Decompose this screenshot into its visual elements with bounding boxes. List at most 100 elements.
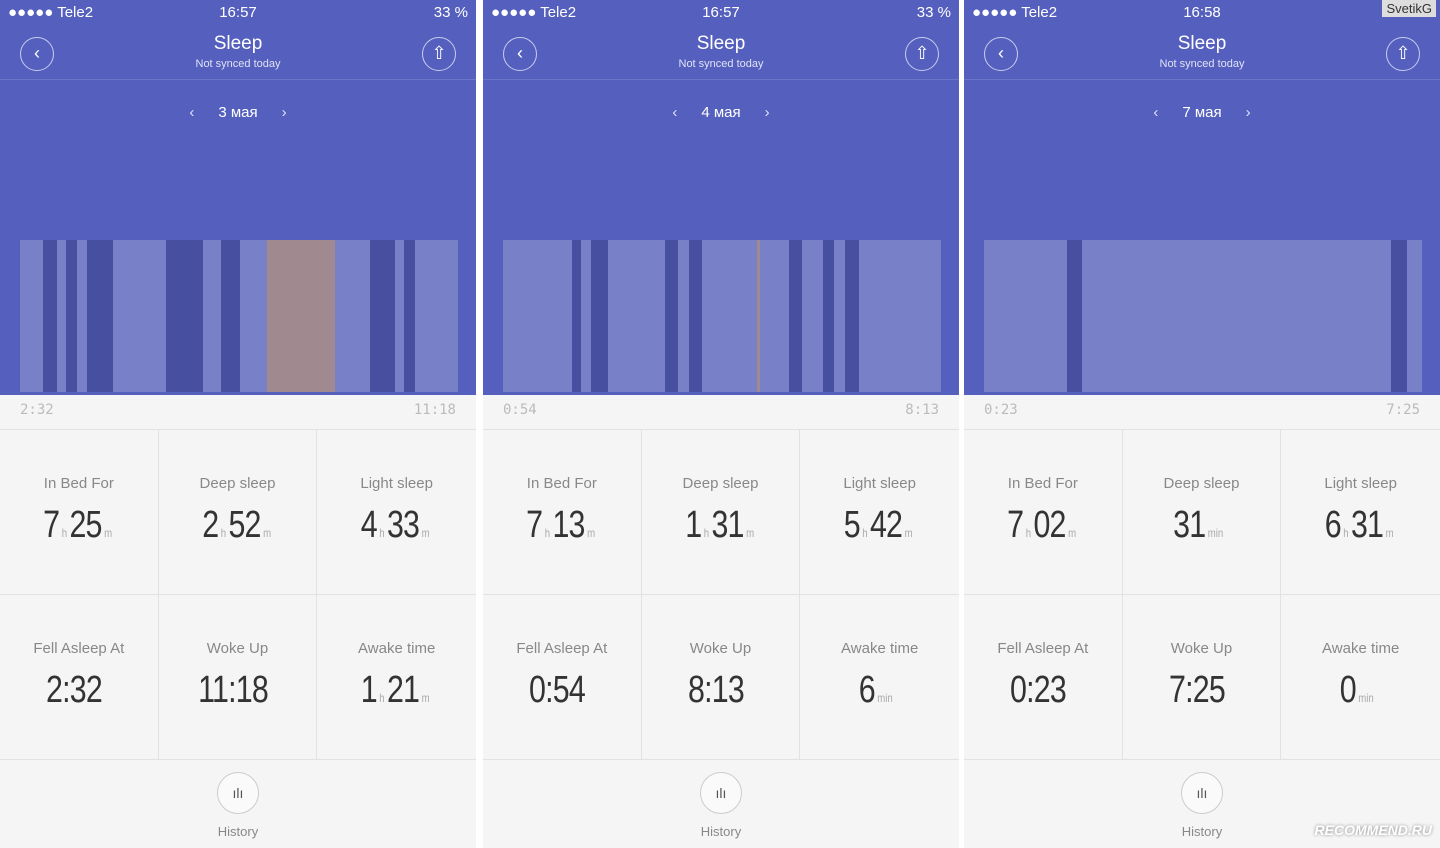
sleep-segment-deep bbox=[87, 240, 114, 392]
sleep-segment-deep bbox=[591, 240, 609, 392]
bar-chart-icon: ılı bbox=[1181, 772, 1223, 814]
sleep-segment-deep bbox=[404, 240, 416, 392]
sleep-segment-deep bbox=[66, 240, 78, 392]
stat-cell: Light sleep 5 h42 m bbox=[800, 430, 959, 595]
sync-status: Not synced today bbox=[195, 58, 281, 70]
history-button[interactable]: ılı History bbox=[483, 772, 959, 839]
nav-bar: ‹ Sleep Not synced today ⇧ bbox=[964, 28, 1440, 80]
stat-label: Fell Asleep At bbox=[33, 640, 125, 657]
sleep-segment-deep bbox=[572, 240, 582, 392]
sleep-segment-light bbox=[984, 240, 1068, 392]
prev-day-button[interactable]: ‹ bbox=[189, 104, 194, 121]
stat-cell: Deep sleep 31 min bbox=[1122, 430, 1282, 595]
prev-day-button[interactable]: ‹ bbox=[672, 104, 677, 121]
upload-icon: ⇧ bbox=[1395, 43, 1411, 63]
sleep-segment-light bbox=[1082, 240, 1392, 392]
sleep-segment-light bbox=[801, 240, 823, 392]
stat-label: In Bed For bbox=[43, 475, 114, 492]
stat-value: 4 h33 m bbox=[361, 504, 430, 546]
stat-label: Fell Asleep At bbox=[997, 640, 1089, 657]
sync-status: Not synced today bbox=[1159, 58, 1245, 70]
start-time: 0:23 bbox=[984, 402, 1018, 418]
sleep-chart bbox=[20, 240, 459, 392]
next-day-button[interactable]: › bbox=[765, 104, 770, 121]
stat-value: 0:23 bbox=[1010, 669, 1067, 711]
stat-value: 2 h52 m bbox=[201, 504, 271, 546]
sleep-segment-deep bbox=[1390, 240, 1408, 392]
sleep-segment-deep bbox=[689, 240, 703, 392]
sleep-segment-light bbox=[335, 240, 371, 392]
sleep-segment-light bbox=[678, 240, 690, 392]
sleep-segment-light bbox=[113, 240, 167, 392]
stat-cell: Light sleep 4 h33 m bbox=[317, 430, 476, 595]
sleep-segment-light bbox=[503, 240, 573, 392]
stat-label: Deep sleep bbox=[1163, 475, 1240, 492]
sleep-segment-deep bbox=[165, 240, 204, 392]
date-nav: ‹ 7 мая › bbox=[964, 104, 1440, 121]
stats-grid: In Bed For 7 h02 m Deep sleep 31 min Light sl… bbox=[964, 430, 1440, 760]
stat-label: Fell Asleep At bbox=[516, 640, 608, 657]
sleep-segment-light bbox=[1406, 240, 1423, 392]
stat-cell: In Bed For 7 h25 m bbox=[0, 430, 159, 595]
start-time: 2:32 bbox=[20, 402, 54, 418]
share-button[interactable]: ⇧ bbox=[905, 37, 939, 71]
date-label: 7 мая bbox=[1182, 104, 1222, 121]
sleep-segment-deep bbox=[370, 240, 396, 392]
time-axis: 0:54 8:13 bbox=[483, 395, 959, 430]
sleep-segment-light bbox=[57, 240, 67, 392]
bar-chart-icon: ılı bbox=[700, 772, 742, 814]
stat-value: 1 h21 m bbox=[361, 669, 430, 711]
sleep-segment-light bbox=[395, 240, 405, 392]
stats-grid: In Bed For 7 h13 m Deep sleep 1 h31 m Light sl… bbox=[483, 430, 959, 760]
sleep-segment-deep bbox=[844, 240, 860, 392]
sleep-segment-light bbox=[240, 240, 268, 392]
stat-value: 6 h31 m bbox=[1325, 504, 1394, 546]
stat-value: 11:18 bbox=[197, 669, 269, 711]
watermark: SvetikG bbox=[1382, 0, 1436, 17]
stat-cell: In Bed For 7 h13 m bbox=[483, 430, 642, 595]
sleep-segment-light bbox=[77, 240, 88, 392]
sleep-segment-awake bbox=[267, 240, 336, 392]
page-title: Sleep bbox=[213, 33, 263, 54]
stat-label: Woke Up bbox=[689, 640, 752, 657]
status-bar: ●●●●● Tele216:5833 % bbox=[972, 4, 1432, 21]
header-area: ●●●●● Tele216:5833 % ‹ Sleep Not synced … bbox=[964, 0, 1440, 395]
sleep-segment-light bbox=[759, 240, 789, 392]
bar-chart-icon: ılı bbox=[217, 772, 259, 814]
share-button[interactable]: ⇧ bbox=[1386, 37, 1420, 71]
next-day-button[interactable]: › bbox=[282, 104, 287, 121]
sleep-segment-light bbox=[415, 240, 459, 392]
stat-label: Woke Up bbox=[206, 640, 269, 657]
stat-value: 5 h42 m bbox=[844, 504, 913, 546]
stat-value: 7 h02 m bbox=[1007, 504, 1077, 546]
stat-cell: Woke Up 11:18 bbox=[158, 595, 318, 760]
sleep-screen: ●●●●● Tele216:5833 % ‹ Sleep Not synced … bbox=[964, 0, 1440, 848]
sleep-segment-deep bbox=[221, 240, 241, 392]
sleep-segment-light bbox=[20, 240, 44, 392]
start-time: 0:54 bbox=[503, 402, 537, 418]
date-nav: ‹ 4 мая › bbox=[483, 104, 959, 121]
sleep-segment-deep bbox=[822, 240, 834, 392]
date-label: 4 мая bbox=[701, 104, 741, 121]
end-time: 11:18 bbox=[413, 402, 456, 418]
upload-icon: ⇧ bbox=[431, 43, 447, 63]
status-bar: ●●●●● Tele2 16:57 33 % bbox=[491, 4, 951, 21]
share-button[interactable]: ⇧ bbox=[422, 37, 456, 71]
nav-bar: ‹ Sleep Not synced today ⇧ bbox=[483, 28, 959, 80]
stat-value: 31 min bbox=[1172, 504, 1223, 546]
time-axis: 2:32 11:18 bbox=[0, 395, 476, 430]
stat-value: 1 h31 m bbox=[684, 504, 754, 546]
stat-cell: Fell Asleep At 0:23 bbox=[964, 595, 1123, 760]
sleep-screen: ●●●●● Tele2 16:57 33 % ‹ Sleep Not synced … bbox=[483, 0, 959, 848]
nav-bar: ‹ Sleep Not synced today ⇧ bbox=[0, 28, 476, 80]
page-title: Sleep bbox=[1177, 33, 1227, 54]
stat-value: 2:32 bbox=[46, 669, 103, 711]
stat-label: Awake time bbox=[358, 640, 436, 657]
stat-cell: Deep sleep 1 h31 m bbox=[641, 430, 801, 595]
recommend-logo: RECOMMEND.RU bbox=[1314, 822, 1432, 838]
prev-day-button[interactable]: ‹ bbox=[1153, 104, 1158, 121]
stat-cell: Awake time 6 min bbox=[800, 595, 959, 760]
stat-value: 6 min bbox=[859, 669, 894, 711]
history-button[interactable]: ılı History bbox=[0, 772, 476, 839]
next-day-button[interactable]: › bbox=[1246, 104, 1251, 121]
